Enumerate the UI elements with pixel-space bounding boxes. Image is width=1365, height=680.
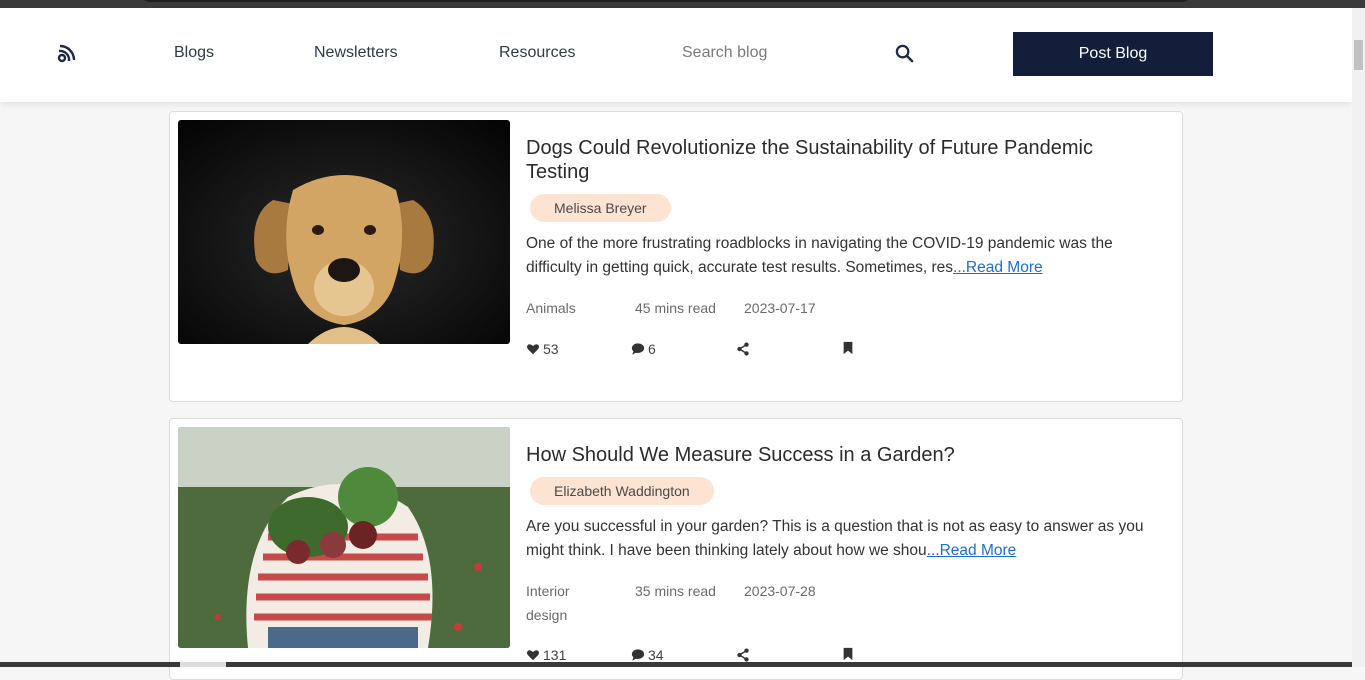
post-blog-button[interactable]: Post Blog bbox=[1013, 32, 1213, 76]
post-date: 2023-07-28 bbox=[744, 583, 816, 599]
read-time: 45 mins read bbox=[635, 300, 716, 316]
post-title[interactable]: How Should We Measure Success in a Garde… bbox=[526, 443, 1126, 467]
like-button[interactable]: 131 bbox=[526, 647, 566, 663]
like-count: 53 bbox=[543, 341, 559, 357]
comment-button[interactable]: 34 bbox=[631, 647, 664, 663]
nav-resources[interactable]: Resources bbox=[499, 44, 575, 62]
page-scrollbar[interactable] bbox=[1352, 8, 1365, 667]
site-header: Blogs Newsletters Resources Search blog … bbox=[0, 8, 1352, 102]
heart-icon bbox=[526, 650, 540, 661]
post-category: Animals bbox=[526, 300, 576, 316]
garden-photo[interactable] bbox=[178, 427, 510, 648]
author-badge[interactable]: Melissa Breyer bbox=[530, 194, 671, 222]
blog-logo-icon[interactable] bbox=[56, 44, 76, 64]
dog-photo[interactable] bbox=[178, 120, 510, 344]
blog-card[interactable]: How Should We Measure Success in a Garde… bbox=[169, 418, 1183, 680]
search-icon[interactable] bbox=[895, 44, 914, 63]
browser-top-edge bbox=[0, 0, 1365, 8]
read-more-link[interactable]: ...Read More bbox=[927, 542, 1017, 559]
bookmark-icon[interactable] bbox=[841, 341, 855, 355]
post-excerpt: Are you successful in your garden? This … bbox=[526, 518, 1144, 559]
read-time: 35 mins read bbox=[635, 583, 716, 599]
comment-button[interactable]: 6 bbox=[631, 341, 656, 357]
like-count: 131 bbox=[543, 647, 567, 663]
heart-icon bbox=[526, 344, 540, 355]
comment-count: 34 bbox=[648, 647, 664, 663]
nav-blogs[interactable]: Blogs bbox=[174, 44, 214, 62]
like-button[interactable]: 53 bbox=[526, 341, 559, 357]
nav-newsletters[interactable]: Newsletters bbox=[314, 44, 398, 62]
post-excerpt: One of the more frustrating roadblocks i… bbox=[526, 235, 1113, 276]
scrollbar-thumb[interactable] bbox=[1354, 40, 1363, 70]
blog-card[interactable]: Dogs Could Revolutionize the Sustainabil… bbox=[169, 111, 1183, 402]
post-category: Interior design bbox=[526, 583, 570, 623]
post-date: 2023-07-17 bbox=[744, 300, 816, 316]
browser-bottom-edge bbox=[0, 662, 1352, 667]
comment-icon bbox=[631, 343, 645, 355]
author-badge[interactable]: Elizabeth Waddington bbox=[530, 477, 714, 505]
read-more-link[interactable]: ...Read More bbox=[953, 259, 1043, 276]
bookmark-icon[interactable] bbox=[841, 647, 855, 661]
comment-icon bbox=[631, 649, 645, 661]
search-input[interactable]: Search blog bbox=[682, 44, 767, 62]
post-title[interactable]: Dogs Could Revolutionize the Sustainabil… bbox=[526, 136, 1126, 184]
comment-count: 6 bbox=[648, 341, 656, 357]
share-icon[interactable] bbox=[736, 648, 750, 662]
share-icon[interactable] bbox=[736, 342, 750, 356]
